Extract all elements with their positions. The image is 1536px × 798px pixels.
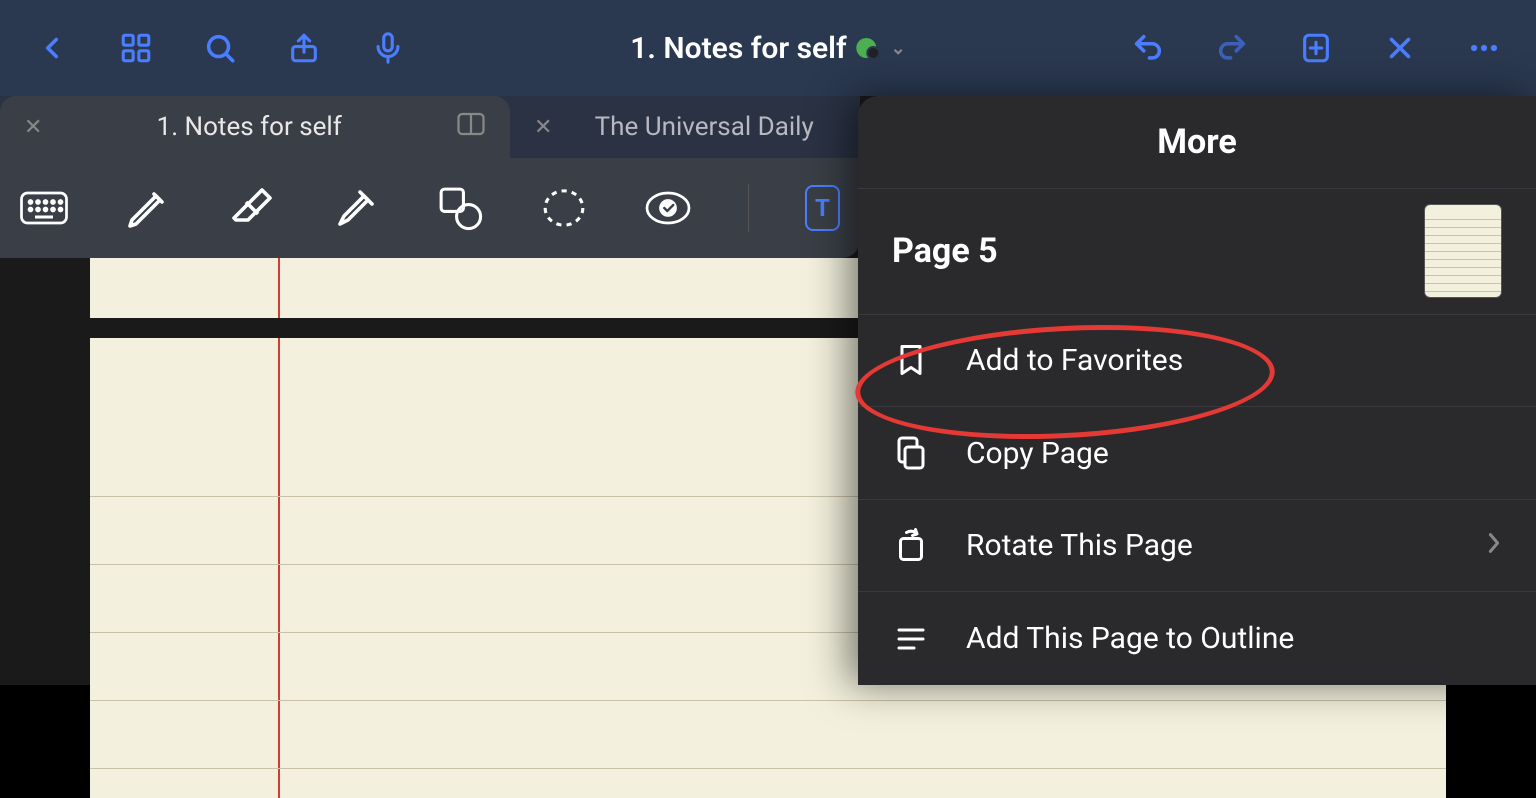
shapes-tool[interactable] [436,180,484,236]
back-button[interactable] [30,26,74,70]
menu-item-label: Copy Page [966,436,1109,471]
tab-label: The Universal Daily [572,112,836,142]
lasso-tool[interactable] [540,180,588,236]
search-button[interactable] [198,26,242,70]
text-tool[interactable]: T [805,185,840,231]
pen-tool[interactable] [124,180,172,236]
more-panel: More Page 5 Add to Favorites Copy Page R… [858,96,1536,685]
rotate-page-item[interactable]: Rotate This Page [858,500,1536,593]
redo-button[interactable] [1210,26,1254,70]
document-title: 1. Notes for self [630,31,846,66]
topbar-right-group [1126,26,1516,70]
top-nav-bar: 1. Notes for self ⌄ [0,0,1536,96]
toolbar-separator [748,184,749,232]
page-thumbnail [1424,204,1502,298]
close-tab-icon[interactable]: ✕ [24,115,42,140]
outline-icon [892,620,930,658]
menu-item-label: Add This Page to Outline [966,621,1294,656]
text-tool-label: T [815,194,830,222]
menu-item-label: Rotate This Page [966,528,1193,563]
add-page-button[interactable] [1294,26,1338,70]
bookmark-icon [892,341,930,379]
close-tool-button[interactable] [1378,26,1422,70]
add-to-outline-item[interactable]: Add This Page to Outline [858,592,1536,685]
copy-icon [892,434,930,472]
close-tab-icon[interactable]: ✕ [534,115,552,140]
menu-item-label: Add to Favorites [966,343,1183,378]
more-panel-title: More [858,96,1536,189]
chevron-right-icon [1486,528,1502,563]
tab-universal-daily[interactable]: ✕ The Universal Daily [510,96,860,158]
tab-strip: ✕ 1. Notes for self ✕ The Universal Dail… [0,96,860,158]
split-view-icon[interactable] [456,111,486,144]
copy-page-item[interactable]: Copy Page [858,407,1536,500]
add-to-favorites-item[interactable]: Add to Favorites [858,315,1536,408]
microphone-button[interactable] [366,26,410,70]
sync-status-badge-icon [857,38,877,58]
eraser-tool[interactable] [228,180,276,236]
share-button[interactable] [282,26,326,70]
tab-notes-for-self[interactable]: ✕ 1. Notes for self [0,96,510,158]
tab-and-toolbar-wrap: ✕ 1. Notes for self ✕ The Universal Dail… [0,96,860,258]
keyboard-tool[interactable] [20,180,68,236]
tab-label: 1. Notes for self [62,112,436,142]
rotate-icon [892,527,930,565]
elements-tool[interactable] [644,180,692,236]
drawing-toolbar: T [0,158,860,258]
page-number-label: Page 5 [892,231,998,271]
grid-view-button[interactable] [114,26,158,70]
highlighter-tool[interactable] [332,180,380,236]
paper-margin-line [278,258,280,318]
page-info-row: Page 5 [858,189,1536,315]
chevron-down-icon: ⌄ [891,38,906,59]
more-button[interactable] [1462,26,1506,70]
topbar-left-group [20,26,410,70]
undo-button[interactable] [1126,26,1170,70]
document-title-dropdown[interactable]: 1. Notes for self ⌄ [630,31,905,66]
